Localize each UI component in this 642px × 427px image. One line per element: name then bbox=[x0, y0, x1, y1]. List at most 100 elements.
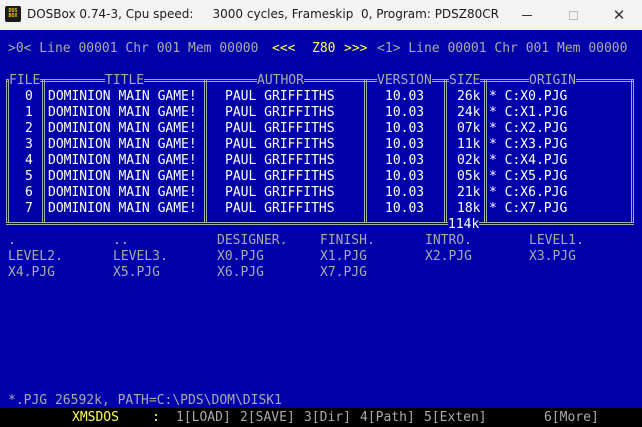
dos-screen[interactable]: >0< Line 00001 Chr 001 Mem 00000 <<< Z80… bbox=[0, 30, 642, 427]
dir-entry[interactable]: .. bbox=[113, 233, 129, 249]
row-author: PAUL GRIFFITHS bbox=[225, 185, 335, 200]
row-size: 26k bbox=[457, 89, 481, 104]
menu-save-button[interactable]: 2[SAVE] bbox=[240, 410, 295, 426]
close-button[interactable]: ✕ bbox=[596, 0, 642, 30]
header-author: AUTHOR bbox=[257, 73, 304, 89]
status-right: <1> Line 00001 Chr 001 Mem 00000 bbox=[377, 41, 628, 56]
status-arrows-left: <<< bbox=[272, 41, 296, 56]
table-bottom-border bbox=[6, 222, 634, 225]
row-origin: * C:X4.PJG bbox=[489, 153, 568, 168]
row-origin: * C:X5.PJG bbox=[489, 169, 568, 184]
menu-separator: : bbox=[152, 410, 160, 425]
row-author: PAUL GRIFFITHS bbox=[225, 121, 335, 136]
row-title: DOMINION MAIN GAME! bbox=[48, 169, 197, 184]
row-file: 4 bbox=[25, 153, 33, 168]
row-author: PAUL GRIFFITHS bbox=[225, 201, 335, 216]
header-version: VERSION bbox=[377, 73, 432, 89]
row-author: PAUL GRIFFITHS bbox=[225, 137, 335, 152]
dir-entry[interactable]: LEVEL1. bbox=[529, 233, 584, 249]
row-size: 02k bbox=[457, 153, 481, 168]
total-size: 114k bbox=[448, 217, 480, 233]
menu-exten-button[interactable]: 5[Exten] bbox=[424, 410, 487, 426]
row-size: 05k bbox=[457, 169, 481, 184]
row-version: 10.03 bbox=[385, 121, 425, 136]
dir-entry[interactable]: DESIGNER. bbox=[217, 233, 287, 249]
dir-entry[interactable]: X6.PJG bbox=[217, 265, 264, 281]
row-version: 10.03 bbox=[385, 105, 425, 120]
row-origin: * C:X2.PJG bbox=[489, 121, 568, 136]
row-version: 10.03 bbox=[385, 137, 425, 152]
dir-entry[interactable]: LEVEL3. bbox=[113, 249, 168, 265]
table-divider bbox=[484, 80, 487, 223]
table-divider bbox=[444, 80, 447, 223]
dir-entry[interactable]: X4.PJG bbox=[8, 265, 55, 281]
row-file: 1 bbox=[25, 105, 33, 120]
row-file: 5 bbox=[25, 169, 33, 184]
row-author: PAUL GRIFFITHS bbox=[225, 105, 335, 120]
dir-entry[interactable]: INTRO. bbox=[425, 233, 472, 249]
maximize-button[interactable] bbox=[550, 0, 596, 30]
dir-entry[interactable]: X7.PJG bbox=[320, 265, 367, 281]
row-title: DOMINION MAIN GAME! bbox=[48, 105, 197, 120]
dir-entry[interactable]: X0.PJG bbox=[217, 249, 264, 265]
row-origin: * C:X3.PJG bbox=[489, 137, 568, 152]
row-file: 3 bbox=[25, 137, 33, 152]
minimize-button[interactable] bbox=[504, 0, 550, 30]
header-origin: ORIGIN bbox=[529, 73, 576, 89]
dir-entry[interactable]: X5.PJG bbox=[113, 265, 160, 281]
row-title: DOMINION MAIN GAME! bbox=[48, 137, 197, 152]
row-file: 0 bbox=[25, 89, 33, 104]
dir-entry[interactable]: LEVEL2. bbox=[8, 249, 63, 265]
menu-load-button[interactable]: 1[LOAD] bbox=[176, 410, 231, 426]
row-title: DOMINION MAIN GAME! bbox=[48, 153, 197, 168]
row-author: PAUL GRIFFITHS bbox=[225, 153, 335, 168]
close-icon: ✕ bbox=[612, 6, 626, 24]
dosbox-window: DOS BOX DOSBox 0.74-3, Cpu speed: 3000 c… bbox=[0, 0, 642, 427]
row-size: 18k bbox=[457, 201, 481, 216]
row-file: 2 bbox=[25, 121, 33, 136]
function-key-bar: XMSDOS : 1[LOAD] 2[SAVE] 3[Dir] 4[Path] … bbox=[0, 408, 642, 427]
minimize-icon bbox=[522, 14, 532, 16]
row-origin: * C:X0.PJG bbox=[489, 89, 568, 104]
row-size: 21k bbox=[457, 185, 481, 200]
maximize-icon bbox=[568, 10, 578, 20]
status-left: >0< Line 00001 Chr 001 Mem 00000 bbox=[8, 41, 259, 56]
row-origin: * C:X6.PJG bbox=[489, 185, 568, 200]
row-version: 10.03 bbox=[385, 89, 425, 104]
row-author: PAUL GRIFFITHS bbox=[225, 89, 335, 104]
dir-entry[interactable]: X3.PJG bbox=[529, 249, 576, 265]
window-title: DOSBox 0.74-3, Cpu speed: 3000 cycles, F… bbox=[27, 7, 499, 21]
mode-label: XMSDOS bbox=[72, 410, 119, 425]
cpu-mode-label: Z80 bbox=[312, 41, 336, 56]
row-file: 6 bbox=[25, 185, 33, 200]
row-version: 10.03 bbox=[385, 185, 425, 200]
table-divider bbox=[204, 80, 207, 223]
header-size: SIZE bbox=[449, 73, 481, 89]
dir-entry[interactable]: X1.PJG bbox=[320, 249, 367, 265]
header-title: TITLE bbox=[105, 73, 145, 89]
menu-dir-button[interactable]: 3[Dir] bbox=[304, 410, 351, 426]
table-divider bbox=[6, 80, 9, 223]
menu-more-button[interactable]: 6[More] bbox=[544, 410, 599, 426]
table-divider bbox=[42, 80, 45, 223]
header-file: FILE bbox=[9, 73, 41, 89]
row-version: 10.03 bbox=[385, 153, 425, 168]
row-title: DOMINION MAIN GAME! bbox=[48, 121, 197, 136]
dir-entry[interactable]: X2.PJG bbox=[425, 249, 472, 265]
table-divider bbox=[364, 80, 367, 223]
menu-path-button[interactable]: 4[Path] bbox=[360, 410, 415, 426]
dir-entry[interactable]: . bbox=[8, 233, 16, 249]
row-origin: * C:X1.PJG bbox=[489, 105, 568, 120]
dosbox-app-icon[interactable]: DOS BOX bbox=[5, 6, 21, 22]
row-size: 07k bbox=[457, 121, 481, 136]
table-divider bbox=[631, 80, 634, 223]
row-version: 10.03 bbox=[385, 169, 425, 184]
row-version: 10.03 bbox=[385, 201, 425, 216]
row-origin: * C:X7.PJG bbox=[489, 201, 568, 216]
title-bar[interactable]: DOS BOX DOSBox 0.74-3, Cpu speed: 3000 c… bbox=[0, 0, 642, 30]
path-line: *.PJG 26592k, PATH=C:\PDS\DOM\DISK1 bbox=[8, 393, 282, 408]
row-title: DOMINION MAIN GAME! bbox=[48, 201, 197, 216]
row-size: 11k bbox=[457, 137, 481, 152]
row-file: 7 bbox=[25, 201, 33, 216]
dir-entry[interactable]: FINISH. bbox=[320, 233, 375, 249]
